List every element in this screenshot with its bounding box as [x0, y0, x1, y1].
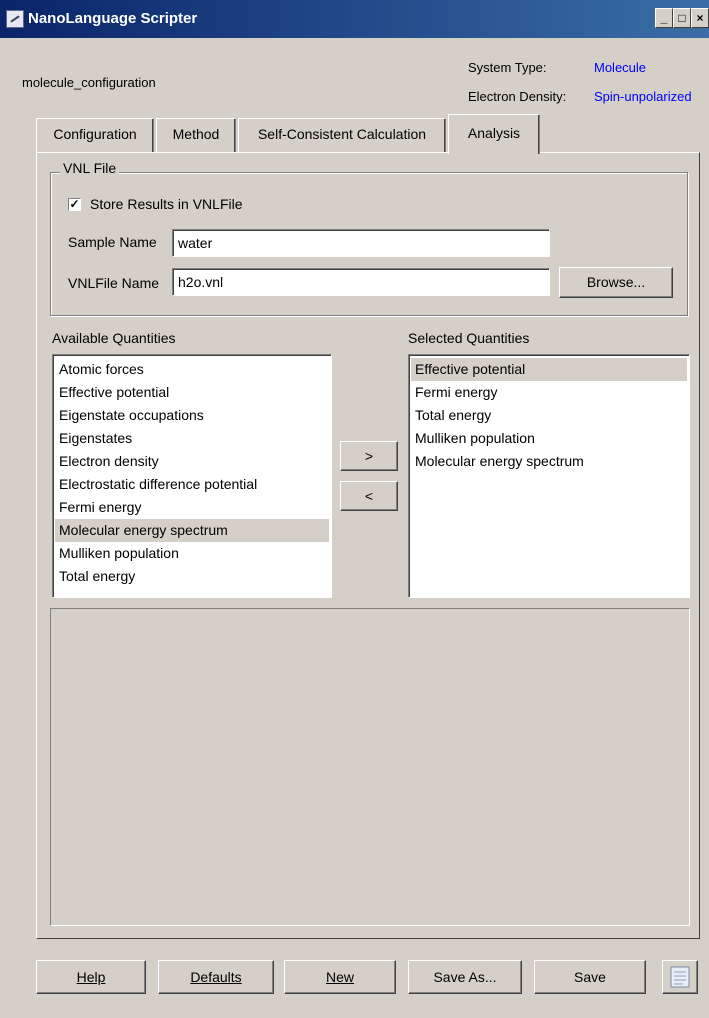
new-button-label: New — [325, 969, 354, 985]
vnlfile-name-input[interactable]: h2o.vnl — [172, 268, 550, 296]
list-item[interactable]: Effective potential — [55, 381, 329, 404]
store-results-checkbox[interactable]: ✓ — [68, 198, 81, 211]
vnlfile-name-label: VNLFile Name — [68, 275, 160, 291]
list-item[interactable]: Total energy — [411, 404, 687, 427]
list-item[interactable]: Total energy — [55, 565, 329, 588]
list-item[interactable]: Mulliken population — [55, 542, 329, 565]
configuration-name: molecule_configuration — [22, 75, 156, 90]
defaults-button[interactable]: Defaults — [158, 960, 274, 994]
save-button[interactable]: Save — [534, 960, 646, 994]
script-button[interactable] — [662, 960, 698, 994]
app-icon[interactable] — [6, 10, 24, 28]
list-item[interactable]: Fermi energy — [411, 381, 687, 404]
minimize-button[interactable]: _ — [655, 8, 673, 28]
sample-name-input[interactable]: water — [172, 229, 550, 257]
store-results-label: Store Results in VNLFile — [90, 196, 243, 212]
help-button-label: Help — [76, 969, 106, 985]
document-icon — [670, 966, 690, 988]
list-item[interactable]: Molecular energy spectrum — [411, 450, 687, 473]
new-button[interactable]: New — [284, 960, 396, 994]
save-as-button[interactable]: Save As... — [408, 960, 522, 994]
defaults-button-label: Defaults — [190, 969, 242, 985]
electron-density-label: Electron Density: — [468, 89, 567, 104]
tab-self-consistent-calculation[interactable]: Self-Consistent Calculation — [238, 118, 446, 152]
browse-button[interactable]: Browse... — [559, 267, 673, 298]
list-item-selected[interactable]: Effective potential — [411, 358, 687, 381]
maximize-button[interactable]: □ — [673, 8, 691, 28]
window-title: NanoLanguage Scripter — [28, 10, 198, 27]
list-item[interactable]: Electron density — [55, 450, 329, 473]
list-item[interactable]: Mulliken population — [411, 427, 687, 450]
list-item-selected[interactable]: Molecular energy spectrum — [55, 519, 329, 542]
remove-quantity-button[interactable]: < — [340, 481, 398, 511]
available-quantities-list[interactable]: Atomic forces Effective potential Eigens… — [52, 354, 332, 598]
add-quantity-button[interactable]: > — [340, 441, 398, 471]
tab-configuration[interactable]: Configuration — [36, 118, 154, 152]
list-item[interactable]: Fermi energy — [55, 496, 329, 519]
tab-method[interactable]: Method — [156, 118, 236, 152]
tab-analysis[interactable]: Analysis — [448, 114, 540, 154]
system-type-label: System Type: — [468, 60, 547, 75]
system-type-value: Molecule — [594, 60, 647, 75]
list-item[interactable]: Atomic forces — [55, 358, 329, 381]
title-bar[interactable]: NanoLanguage Scripter _ □ × — [0, 0, 709, 38]
list-item[interactable]: Eigenstate occupations — [55, 404, 329, 427]
help-button[interactable]: Help — [36, 960, 146, 994]
vnl-file-group-label: VNL File — [60, 160, 120, 176]
close-button[interactable]: × — [691, 8, 709, 28]
selected-quantities-list[interactable]: Effective potential Fermi energy Total e… — [408, 354, 690, 598]
list-item[interactable]: Electrostatic difference potential — [55, 473, 329, 496]
sample-name-label: Sample Name — [68, 234, 157, 250]
selected-quantities-heading: Selected Quantities — [408, 330, 530, 346]
available-quantities-heading: Available Quantities — [52, 330, 176, 346]
list-item[interactable]: Eigenstates — [55, 427, 329, 450]
electron-density-value: Spin-unpolarized — [594, 89, 692, 104]
description-area — [50, 608, 690, 926]
